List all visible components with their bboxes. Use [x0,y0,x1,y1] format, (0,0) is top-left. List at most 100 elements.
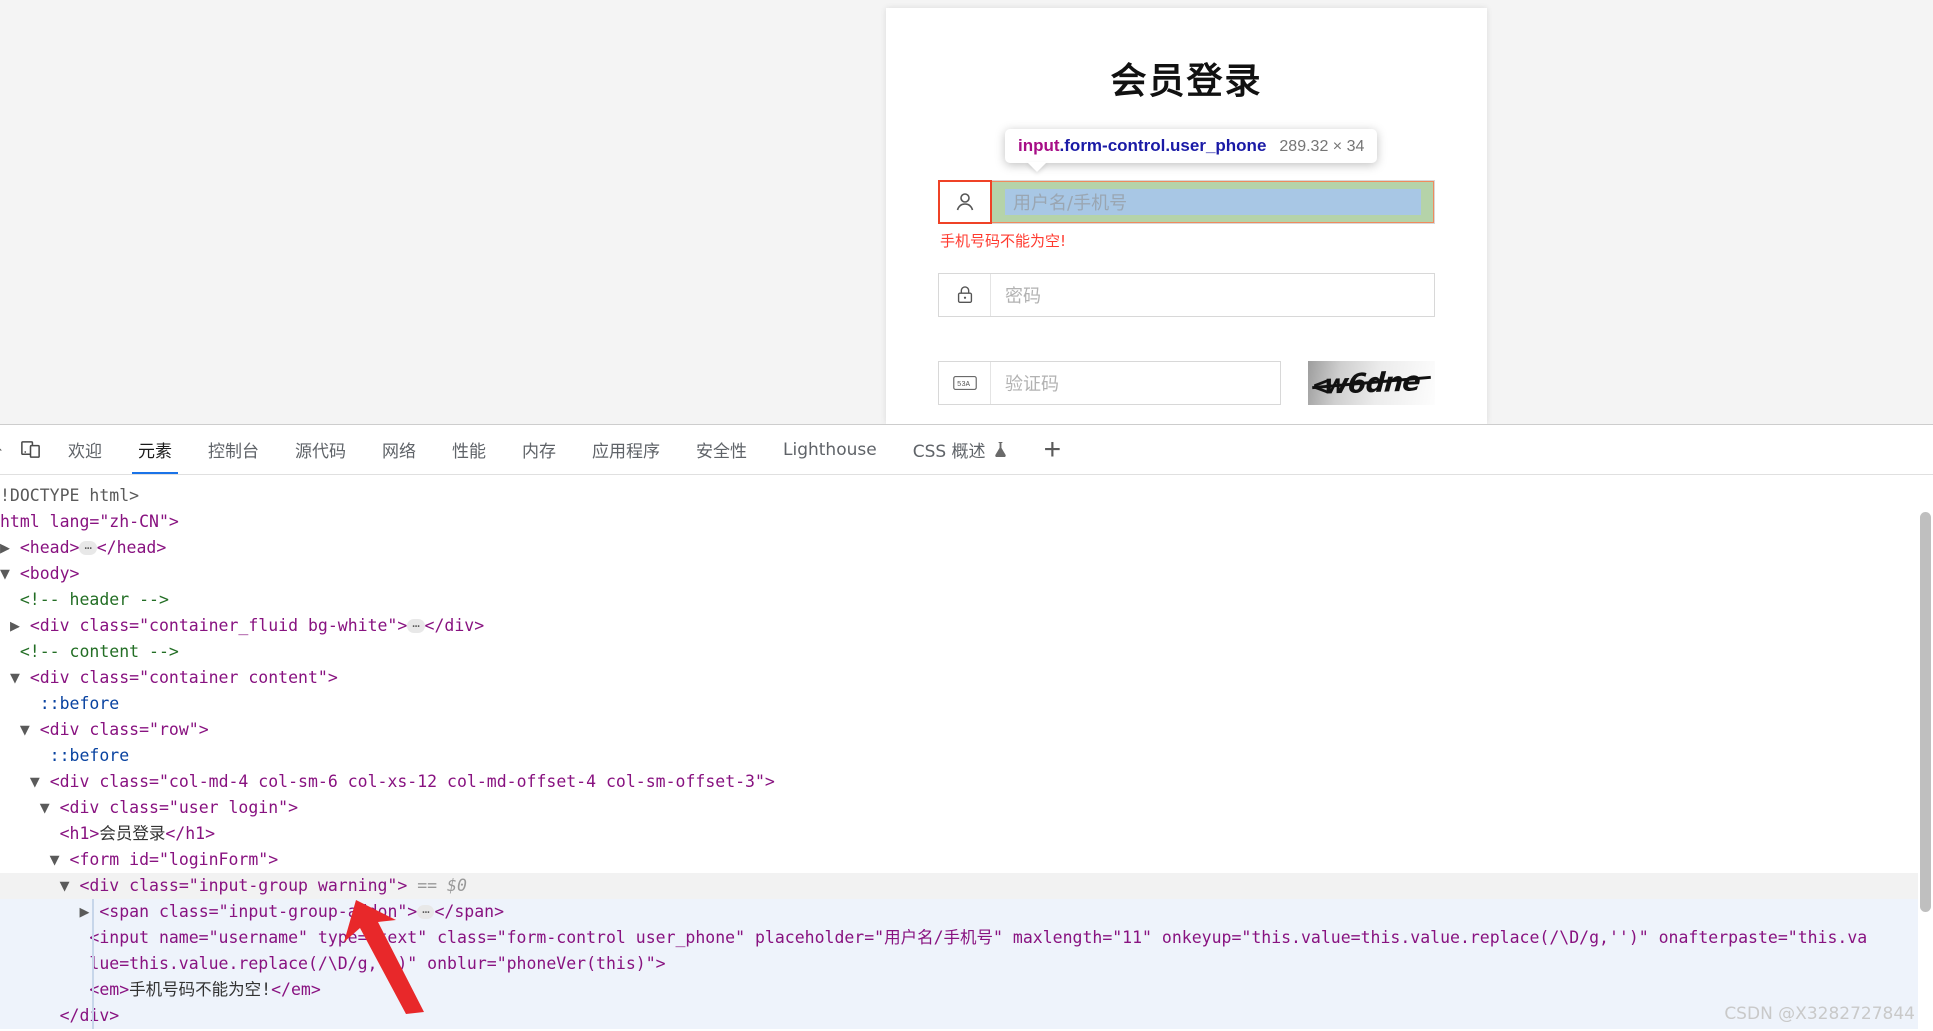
dom-h1-close: </h1> [165,824,215,843]
dom-input-line-2: lue=this.value.replace(/\D/g,'')" onblur… [89,954,665,973]
dom-line[interactable]: ▶ <span class="input-group-addon">⋯</spa… [0,899,1933,925]
dom-doctype: !DOCTYPE html> [0,486,139,505]
expand-triangle-icon[interactable]: ▶ [79,902,99,921]
collapsed-dots-icon[interactable]: ⋯ [407,619,424,633]
collapse-triangle-icon[interactable]: ▼ [0,564,20,583]
tooltip-tag: input [1018,136,1060,155]
dom-line[interactable]: <input name="username" type="text" class… [0,925,1933,951]
tooltip-selector: input.form-control.user_phone [1018,136,1266,156]
login-card: 会员登录 用户名/手机号 手机号码不能为空! [886,8,1487,424]
dom-line[interactable]: ▼ <div class="row"> [0,717,1933,743]
password-input[interactable]: 密码 [991,274,1434,316]
collapse-triangle-icon[interactable]: ▼ [10,668,30,687]
tab-lighthouse[interactable]: Lighthouse [765,425,895,475]
dom-form-open: <form id="loginForm"> [70,850,279,869]
input-group-username[interactable]: 用户名/手机号 [938,180,1435,224]
dom-line[interactable]: <!-- content --> [0,639,1933,665]
dom-row-open: <div class="row"> [40,720,209,739]
dom-line[interactable]: ▼ <form id="loginForm"> [0,847,1933,873]
tab-label: 性能 [452,437,486,462]
element-highlight-tooltip: input.form-control.user_phone 289.32 × 3… [1005,129,1377,163]
tab-security[interactable]: 安全性 [678,425,765,475]
scrollbar-thumb[interactable] [1920,512,1931,912]
dom-html-open: html lang="zh-CN"> [0,512,179,531]
dom-line-selected[interactable]: ▼ <div class="input-group warning"> == $… [0,873,1933,899]
collapse-triangle-icon[interactable]: ▼ [60,876,80,895]
more-tabs-button[interactable]: + [1026,435,1080,465]
dom-user-login-open: <div class="user login"> [60,798,298,817]
tab-sources[interactable]: 源代码 [277,425,364,475]
tab-welcome[interactable]: 欢迎 [50,425,120,475]
dom-line[interactable]: </div> [0,1003,1933,1029]
collapse-triangle-icon[interactable]: ▼ [20,720,40,739]
dom-line[interactable]: lue=this.value.replace(/\D/g,'')" onblur… [0,951,1933,977]
dom-container-fluid-close: </div> [425,616,485,635]
devtools-panel: 欢迎 元素 控制台 源代码 网络 性能 内存 应用程序 安全性 Lighthou… [0,424,1933,1030]
dom-line[interactable]: <em>手机号码不能为空!</em> [0,977,1933,1003]
page-title: 会员登录 [886,8,1487,104]
tab-label: 源代码 [295,437,346,462]
dom-em-open: <em> [89,980,129,999]
dom-line[interactable]: ▶ <head>⋯</head> [0,535,1933,561]
expand-triangle-icon[interactable]: ▶ [10,616,30,635]
spacer [938,339,1435,361]
dom-tree[interactable]: !DOCTYPE html> html lang="zh-CN"> ▶ <hea… [0,475,1933,1030]
collapse-triangle-icon[interactable]: ▼ [50,850,70,869]
dom-cols-open: <div class="col-md-4 col-sm-6 col-xs-12 … [50,772,775,791]
user-icon [939,181,991,223]
dom-comment-header: <!-- header --> [20,590,169,609]
dom-comment-content: <!-- content --> [20,642,179,661]
captcha-row: 53A 验证码 < w6dne [938,361,1435,405]
collapse-triangle-icon[interactable]: ▼ [30,772,50,791]
dom-line[interactable]: <!-- header --> [0,587,1933,613]
captcha-icon: 53A [939,362,991,404]
dom-line[interactable]: ▶ <div class="container_fluid bg-white">… [0,613,1933,639]
tab-network[interactable]: 网络 [364,425,434,475]
dom-div-close: </div> [60,1006,120,1025]
dom-line[interactable]: <h1>会员登录</h1> [0,821,1933,847]
dom-addon-open: <span class="input-group-addon"> [99,902,417,921]
input-group-captcha[interactable]: 53A 验证码 [938,361,1281,405]
captcha-image[interactable]: < w6dne [1308,361,1435,405]
tooltip-classes: .form-control.user_phone [1060,136,1267,155]
collapse-triangle-icon[interactable]: ▼ [40,798,60,817]
devtools-tabbar: 欢迎 元素 控制台 源代码 网络 性能 内存 应用程序 安全性 Lighthou… [0,425,1933,475]
tab-label: 欢迎 [68,437,102,462]
lock-icon [939,274,991,316]
tab-label: 网络 [382,437,416,462]
dom-tree-scrollbar[interactable] [1918,476,1933,1031]
dom-line[interactable]: ▼ <div class="user login"> [0,795,1933,821]
dom-pseudo-before: ::before [50,746,129,765]
tab-elements[interactable]: 元素 [120,425,190,475]
dom-container-content-open: <div class="container content"> [30,668,338,687]
dom-head-open: <head> [20,538,80,557]
captcha-noise-glyph: < [1313,371,1328,402]
inspect-icon[interactable] [0,430,10,470]
collapsed-dots-icon[interactable]: ⋯ [417,905,434,919]
dom-line[interactable]: ▼ <div class="container content"> [0,665,1933,691]
tab-application[interactable]: 应用程序 [574,425,678,475]
device-toolbar-icon[interactable] [10,430,50,470]
dom-line[interactable]: !DOCTYPE html> [0,483,1933,509]
tab-console[interactable]: 控制台 [190,425,277,475]
dom-em-text: 手机号码不能为空! [129,980,271,999]
dom-body-open: <body> [20,564,80,583]
username-input[interactable]: 用户名/手机号 [991,181,1434,223]
expand-triangle-icon[interactable]: ▶ [0,538,20,557]
login-form: 用户名/手机号 手机号码不能为空! 密码 [938,180,1435,405]
dom-line[interactable]: html lang="zh-CN"> [0,509,1933,535]
dom-h1-open: <h1> [60,824,100,843]
input-group-password[interactable]: 密码 [938,273,1435,317]
tab-memory[interactable]: 内存 [504,425,574,475]
dom-line[interactable]: ::before [0,743,1933,769]
dom-input-line-1: <input name="username" type="text" class… [89,928,1867,947]
tab-css-overview[interactable]: CSS 概述 [895,425,1026,475]
tab-label: 元素 [138,437,172,462]
tab-performance[interactable]: 性能 [434,425,504,475]
dom-line[interactable]: ▼ <body> [0,561,1933,587]
captcha-input[interactable]: 验证码 [991,362,1280,404]
dom-line[interactable]: ::before [0,691,1933,717]
tab-label: 控制台 [208,437,259,462]
dom-line[interactable]: ▼ <div class="col-md-4 col-sm-6 col-xs-1… [0,769,1933,795]
collapsed-dots-icon[interactable]: ⋯ [79,541,96,555]
